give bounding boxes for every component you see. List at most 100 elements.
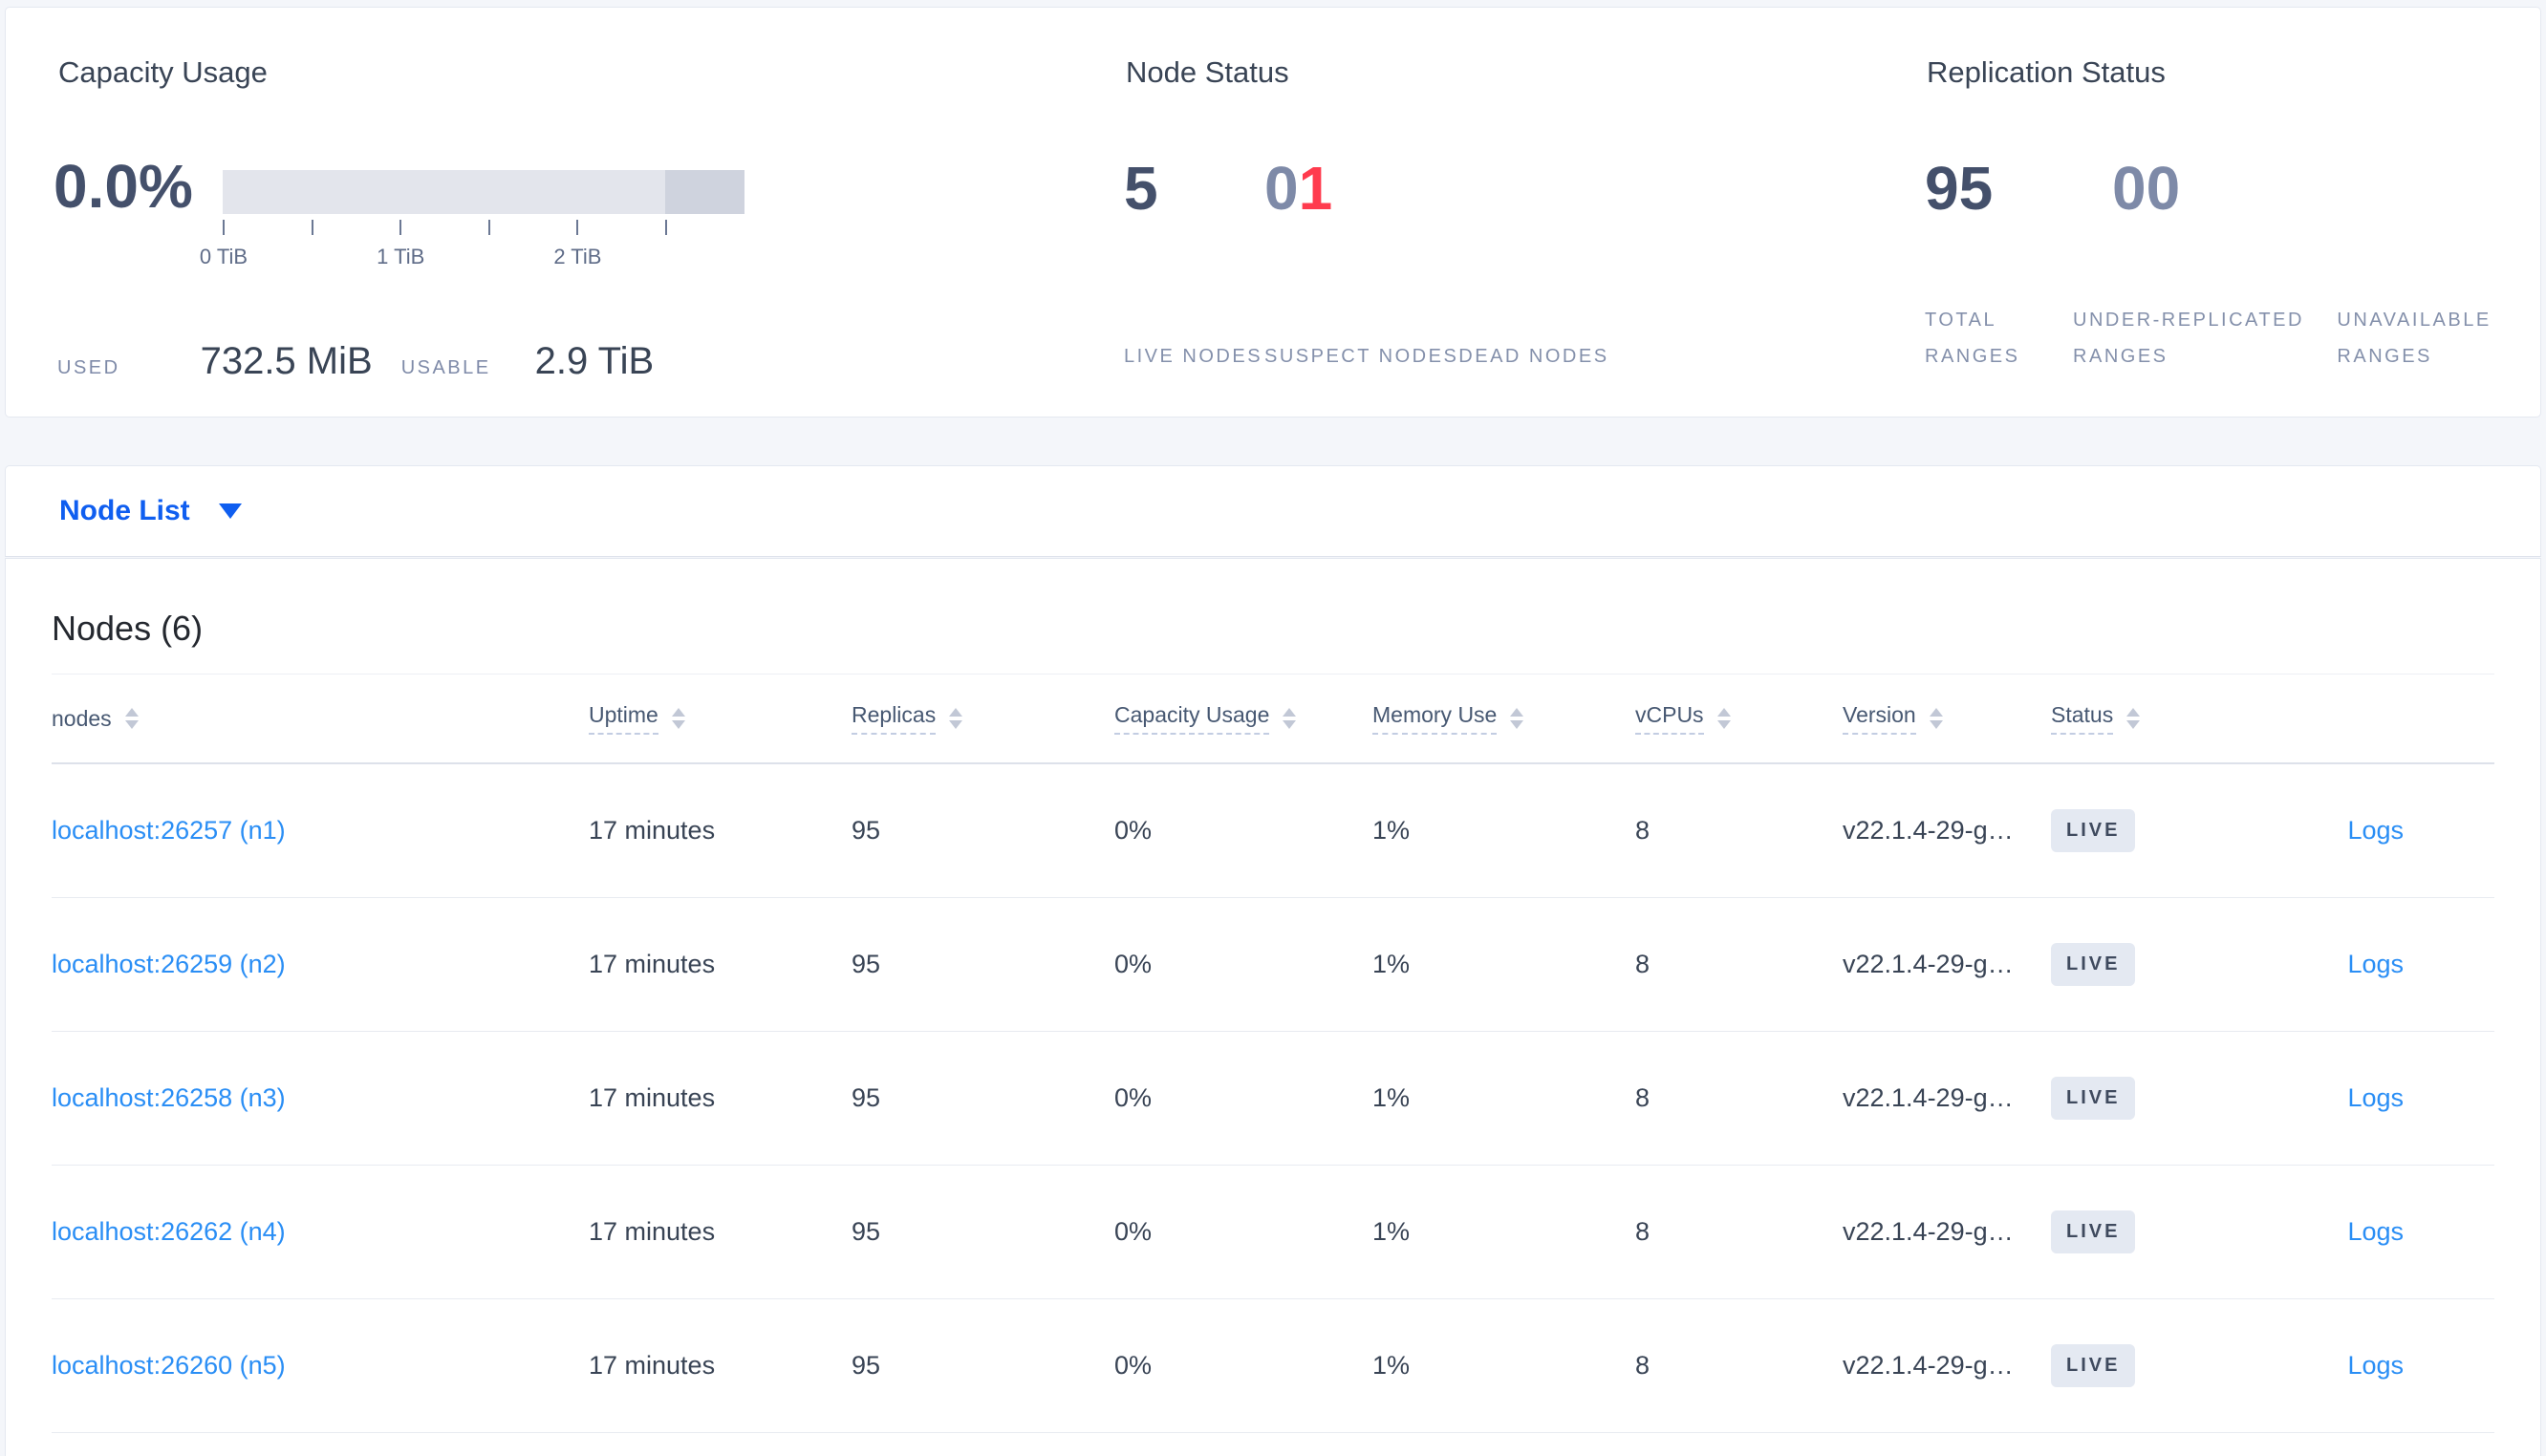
sort-icon: [1283, 708, 1297, 729]
memory-cell: 1%: [1372, 1083, 1411, 1112]
replication-status-count: 0: [2112, 154, 2147, 223]
capacity-bar-reserved-segment: [665, 170, 744, 214]
replicas-cell: 95: [852, 950, 881, 978]
vcpus-cell: 8: [1635, 1351, 1651, 1380]
column-header-replicas[interactable]: Replicas: [852, 702, 1114, 735]
nodes-table-body: localhost:26257 (n1) 17 minutes 95 0% 1%…: [52, 764, 2494, 1433]
column-header-capacity-usage[interactable]: Capacity Usage: [1114, 702, 1372, 735]
node-address-link[interactable]: localhost:26262 (n4): [52, 1217, 286, 1246]
node-list-dropdown[interactable]: Node List: [59, 495, 190, 527]
axis-tick: [311, 220, 313, 235]
node-status-label: SUSPECT NODES: [1264, 346, 1459, 367]
replication-status-title: Replication Status: [1927, 55, 2166, 89]
node-status-labels: LIVE NODES SUSPECT NODES DEAD NODES: [1124, 338, 1609, 375]
view-selector-bar: Node List: [5, 465, 2541, 557]
node-address-link[interactable]: localhost:26260 (n5): [52, 1351, 286, 1380]
status-badge: LIVE: [2051, 1210, 2136, 1253]
capacity-cell: 0%: [1114, 1217, 1153, 1246]
axis-tick: [487, 220, 490, 235]
memory-cell: 1%: [1372, 950, 1411, 978]
nodes-heading: Nodes (6): [52, 609, 204, 648]
cluster-summary-card: Capacity Usage 0.0% 0 TiB 1 TiB 2 TiB US…: [5, 7, 2541, 418]
uptime-cell: 17 minutes: [589, 816, 716, 845]
sort-icon: [124, 708, 139, 729]
replication-status-values: 95 0 0: [1925, 153, 2180, 224]
axis-tick: [576, 220, 579, 235]
sort-icon: [1716, 708, 1731, 729]
nodes-table-header: nodes Uptime Replicas Capacity Usage Mem…: [52, 674, 2494, 764]
replicas-cell: 95: [852, 1351, 881, 1380]
capacity-usage-title: Capacity Usage: [58, 55, 268, 89]
chevron-down-icon[interactable]: [218, 503, 242, 519]
version-cell: v22.1.4-29-g…: [1843, 816, 2014, 845]
status-badge: LIVE: [2051, 1077, 2136, 1120]
node-address-link[interactable]: localhost:26257 (n1): [52, 816, 286, 845]
version-cell: v22.1.4-29-g…: [1843, 950, 2014, 978]
status-badge: LIVE: [2051, 943, 2136, 986]
version-cell: v22.1.4-29-g…: [1843, 1083, 2014, 1112]
node-status-count: 0: [1264, 154, 1299, 223]
status-badge: LIVE: [2051, 809, 2136, 852]
axis-tick-label: 1 TiB: [377, 245, 425, 268]
column-header-status[interactable]: Status: [2051, 702, 2280, 735]
vcpus-cell: 8: [1635, 816, 1651, 845]
table-row: localhost:26257 (n1) 17 minutes 95 0% 1%…: [52, 764, 2494, 898]
node-status-title: Node Status: [1126, 55, 1289, 89]
version-cell: v22.1.4-29-g…: [1843, 1351, 2014, 1380]
replicas-cell: 95: [852, 1217, 881, 1246]
used-label: USED: [57, 357, 120, 378]
column-header-memory-use[interactable]: Memory Use: [1372, 702, 1635, 735]
capacity-usage-bar: [223, 170, 744, 214]
capacity-stats: USED 732.5 MiB USABLE 2.9 TiB: [57, 340, 654, 383]
replication-status-labels: TOTAL RANGES UNDER-REPLICATED RANGES UNA…: [1925, 302, 2540, 375]
version-cell: v22.1.4-29-g…: [1843, 1217, 2014, 1246]
sort-icon: [1929, 708, 1943, 729]
capacity-used-percent: 0.0%: [54, 152, 193, 221]
status-badge: LIVE: [2051, 1344, 2136, 1387]
replication-status-count: 95: [1925, 154, 1994, 223]
replication-status-label: TOTAL RANGES: [1925, 310, 2020, 367]
column-header-vcpus[interactable]: vCPUs: [1635, 702, 1843, 735]
column-header-nodes[interactable]: nodes: [52, 706, 589, 732]
memory-cell: 1%: [1372, 1351, 1411, 1380]
node-status-values: 5 0 1: [1124, 153, 1332, 224]
usable-value: 2.9 TiB: [534, 340, 655, 382]
node-status-count: 5: [1124, 154, 1158, 223]
logs-link[interactable]: Logs: [2347, 950, 2404, 978]
axis-tick: [223, 220, 225, 235]
vcpus-cell: 8: [1635, 950, 1651, 978]
nodes-panel: Nodes (6) nodes Uptime Replicas Capacity…: [5, 558, 2541, 1456]
axis-tick-label: 0 TiB: [199, 245, 248, 268]
replicas-cell: 95: [852, 1083, 881, 1112]
table-row: localhost:26262 (n4) 17 minutes 95 0% 1%…: [52, 1166, 2494, 1299]
table-row: localhost:26258 (n3) 17 minutes 95 0% 1%…: [52, 1032, 2494, 1166]
memory-cell: 1%: [1372, 1217, 1411, 1246]
node-status-label: LIVE NODES: [1124, 346, 1263, 367]
logs-link[interactable]: Logs: [2347, 1217, 2404, 1246]
logs-link[interactable]: Logs: [2347, 816, 2404, 845]
logs-link[interactable]: Logs: [2347, 1083, 2404, 1112]
uptime-cell: 17 minutes: [589, 950, 716, 978]
memory-cell: 1%: [1372, 816, 1411, 845]
replicas-cell: 95: [852, 816, 881, 845]
axis-tick-label: 2 TiB: [553, 245, 602, 268]
uptime-cell: 17 minutes: [589, 1217, 716, 1246]
vcpus-cell: 8: [1635, 1217, 1651, 1246]
sort-icon: [949, 708, 963, 729]
column-header-uptime[interactable]: Uptime: [589, 702, 852, 735]
node-status-label: DEAD NODES: [1458, 346, 1609, 367]
usable-label: USABLE: [400, 357, 491, 378]
replication-status-label: UNAVAILABLE RANGES: [2337, 310, 2492, 367]
capacity-cell: 0%: [1114, 950, 1153, 978]
sort-icon: [2126, 708, 2141, 729]
used-value: 732.5 MiB: [200, 340, 373, 382]
node-address-link[interactable]: localhost:26259 (n2): [52, 950, 286, 978]
node-address-link[interactable]: localhost:26258 (n3): [52, 1083, 286, 1112]
table-row: localhost:26260 (n5) 17 minutes 95 0% 1%…: [52, 1299, 2494, 1433]
column-header-version[interactable]: Version: [1843, 702, 2051, 735]
logs-link[interactable]: Logs: [2347, 1351, 2404, 1380]
vcpus-cell: 8: [1635, 1083, 1651, 1112]
sort-icon: [1510, 708, 1524, 729]
capacity-cell: 0%: [1114, 1351, 1153, 1380]
replication-status-count: 0: [2146, 154, 2181, 223]
